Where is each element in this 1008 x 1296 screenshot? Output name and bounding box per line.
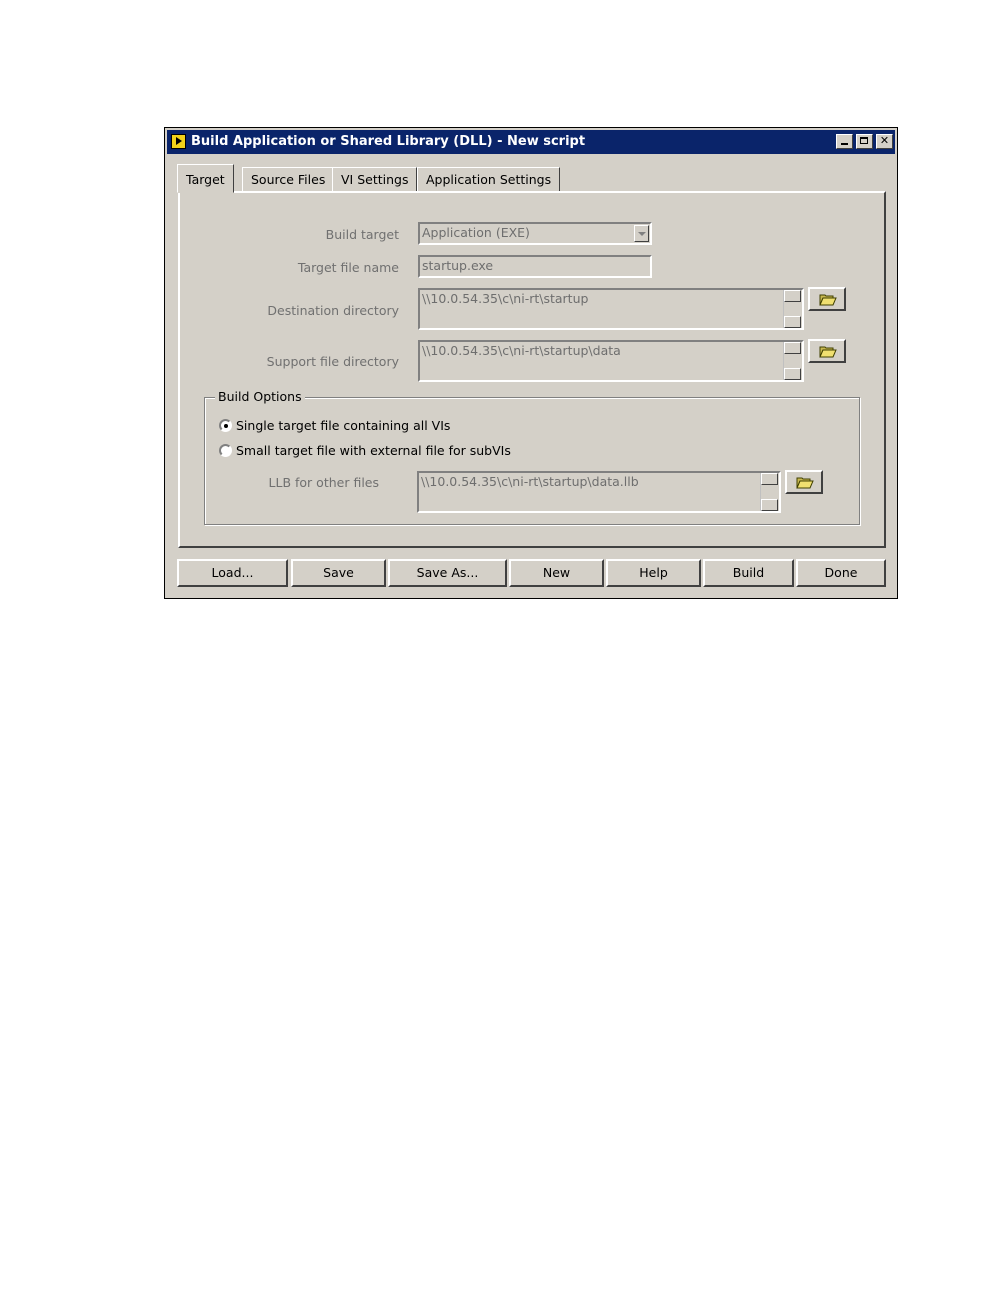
option-small-label: Small target file with external file for… (236, 443, 511, 458)
radio-single-target[interactable]: Single target file containing all VIs (219, 418, 450, 433)
target-file-name-input[interactable]: startup.exe (418, 255, 652, 278)
maximize-icon (860, 137, 868, 144)
support-file-directory-label: Support file directory (266, 354, 399, 369)
window-title: Build Application or Shared Library (DLL… (191, 134, 586, 149)
save-button[interactable]: Save (291, 559, 386, 587)
radio-small-target[interactable]: Small target file with external file for… (219, 443, 511, 458)
tab-source-files[interactable]: Source Files (242, 167, 335, 192)
radio-selected-icon[interactable] (219, 419, 232, 432)
llb-input[interactable]: \\10.0.54.35\c\ni-rt\startup\data.llb (417, 471, 781, 513)
build-options-title: Build Options (215, 389, 305, 404)
minimize-button[interactable] (836, 134, 853, 149)
target-file-name-label: Target file name (297, 260, 399, 275)
save-as-button[interactable]: Save As... (388, 559, 507, 587)
folder-icon (819, 294, 837, 306)
support-file-directory-input[interactable]: \\10.0.54.35\c\ni-rt\startup\data (418, 340, 804, 382)
option-single-label: Single target file containing all VIs (236, 418, 451, 433)
build-target-label: Build target (325, 227, 399, 242)
build-target-select[interactable]: Application (EXE) (418, 222, 652, 245)
tab-vi-settings[interactable]: VI Settings (332, 167, 418, 192)
done-button[interactable]: Done (796, 559, 886, 587)
title-bar[interactable]: Build Application or Shared Library (DLL… (167, 130, 895, 154)
llb-label: LLB for other files (268, 475, 379, 490)
destination-directory-input[interactable]: \\10.0.54.35\c\ni-rt\startup (418, 288, 804, 330)
target-tab-panel: Build target Application (EXE) Target fi… (178, 191, 886, 548)
minimize-icon (841, 143, 848, 145)
chevron-down-icon[interactable] (634, 225, 649, 242)
radio-unselected-icon[interactable] (219, 444, 232, 457)
llb-value: \\10.0.54.35\c\ni-rt\startup\data.llb (421, 474, 639, 489)
destination-browse-button[interactable] (808, 287, 846, 311)
build-options-group: Build Options Single target file contain… (204, 389, 860, 525)
build-target-value: Application (EXE) (422, 225, 530, 240)
folder-icon (796, 477, 814, 489)
help-button[interactable]: Help (606, 559, 701, 587)
tab-application-settings[interactable]: Application Settings (417, 167, 561, 192)
support-browse-button[interactable] (808, 339, 846, 363)
build-application-dialog: Build Application or Shared Library (DLL… (164, 127, 898, 599)
close-button[interactable]: ✕ (876, 134, 893, 149)
labview-app-icon (171, 134, 186, 149)
folder-icon (819, 346, 837, 358)
llb-scrollbar[interactable] (760, 473, 779, 511)
new-button[interactable]: New (509, 559, 604, 587)
destination-directory-label: Destination directory (267, 303, 399, 318)
support-file-directory-value: \\10.0.54.35\c\ni-rt\startup\data (422, 343, 621, 358)
close-icon: ✕ (879, 134, 890, 147)
tab-target[interactable]: Target (177, 164, 234, 193)
support-file-directory-scrollbar[interactable] (783, 342, 802, 380)
destination-directory-scrollbar[interactable] (783, 290, 802, 328)
load-button[interactable]: Load... (177, 559, 288, 587)
destination-directory-value: \\10.0.54.35\c\ni-rt\startup (422, 291, 589, 306)
build-button[interactable]: Build (703, 559, 794, 587)
maximize-button[interactable] (856, 134, 873, 149)
llb-browse-button[interactable] (785, 470, 823, 494)
